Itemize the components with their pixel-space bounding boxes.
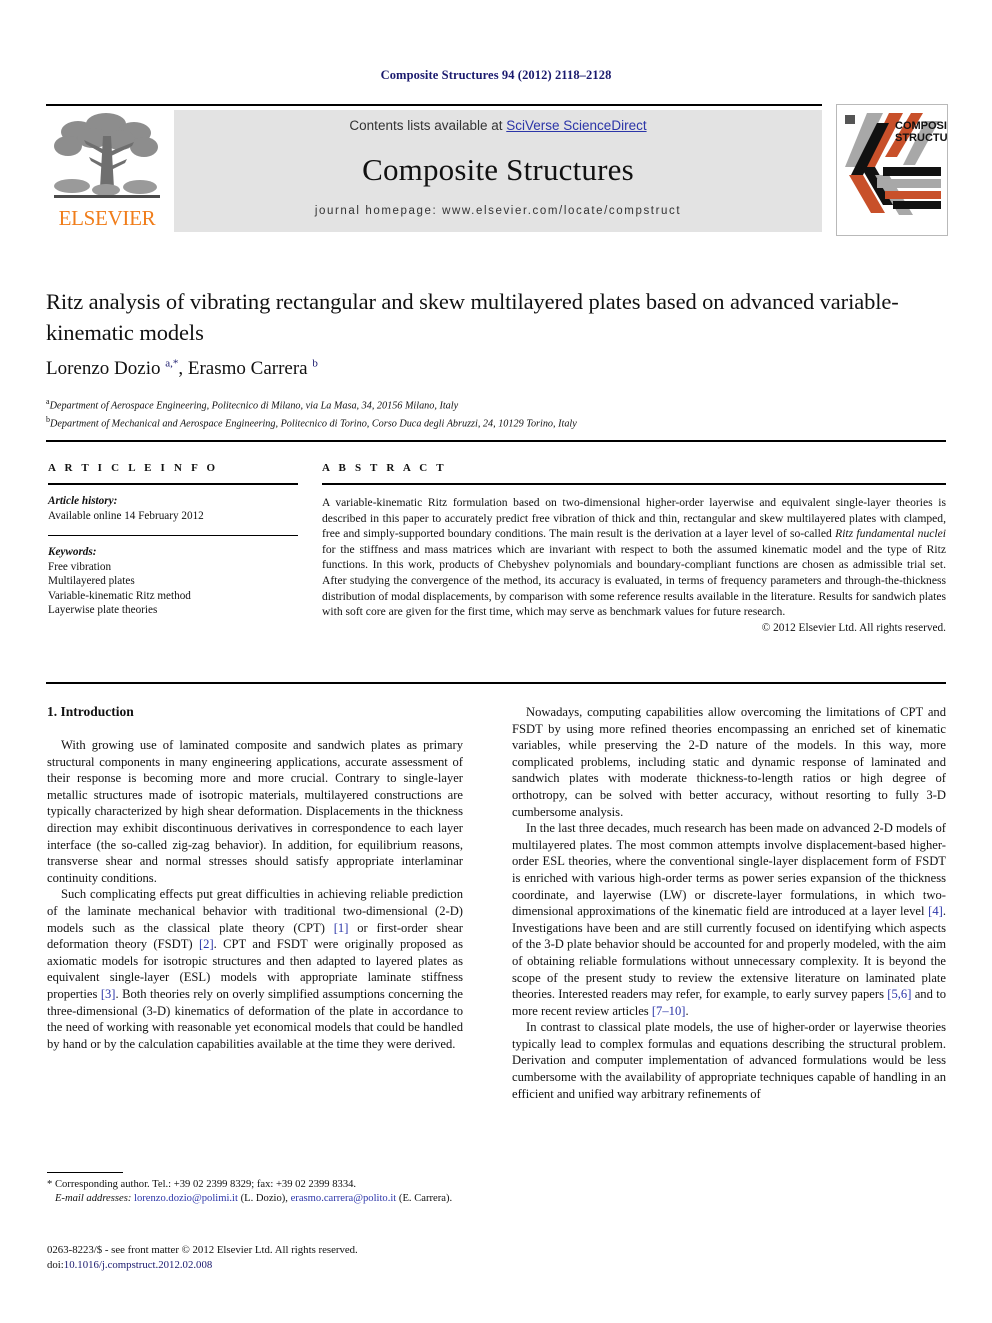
footer-block: 0263-8223/$ - see front matter © 2012 El… xyxy=(47,1243,477,1272)
journal-masthead: ELSEVIER Contents lists available at Sci… xyxy=(46,104,948,236)
cover-title-line1: COMPOSITE xyxy=(895,120,947,132)
article-info-rule xyxy=(48,483,298,485)
keywords-group: Keywords: Free vibration Multilayered pl… xyxy=(48,545,298,618)
paragraph: With growing use of laminated composite … xyxy=(47,738,463,885)
authors-text: Lorenzo Dozio a,*, Erasmo Carrera b xyxy=(46,358,318,380)
contents-prefix: Contents lists available at xyxy=(349,118,507,133)
affiliation-a-text: Department of Aerospace Engineering, Pol… xyxy=(49,400,459,412)
page-title: Ritz analysis of vibrating rectangular a… xyxy=(46,289,899,345)
corresponding-author-note: * Corresponding author. Tel.: +39 02 239… xyxy=(47,1179,357,1190)
citation-ref[interactable]: [1] xyxy=(334,921,349,935)
abstract-italic-term: Ritz fundamental nuclei xyxy=(835,527,947,541)
citation-ref[interactable]: [5,6] xyxy=(887,987,911,1001)
journal-homepage-line[interactable]: journal homepage: www.elsevier.com/locat… xyxy=(174,205,822,217)
contents-lists-line: Contents lists available at SciVerse Sci… xyxy=(174,118,822,133)
citation-ref[interactable]: [4] xyxy=(928,904,943,918)
abstract-text: A variable-kinematic Ritz formulation ba… xyxy=(322,495,946,620)
paper-page: Composite Structures 94 (2012) 2118–2128 xyxy=(0,0,992,1323)
abstract-column: A B S T R A C T A variable-kinematic Rit… xyxy=(322,462,946,634)
email-link-carrera[interactable]: erasmo.carrera@polito.it xyxy=(291,1193,397,1204)
masthead-top-rule xyxy=(46,104,822,106)
abstract-heading: A B S T R A C T xyxy=(322,462,447,474)
cover-title-line2: STRUCTURES xyxy=(895,132,947,144)
article-history-label: Article history: xyxy=(48,495,118,507)
article-history-group: Article history: Available online 14 Feb… xyxy=(48,494,298,523)
section-heading-introduction: 1. Introduction xyxy=(47,704,134,719)
citation-ref[interactable]: [7–10] xyxy=(652,1004,686,1018)
citation-ref[interactable]: [2] xyxy=(199,937,214,951)
article-info-divider xyxy=(48,535,298,536)
paragraph: In contrast to classical plate models, t… xyxy=(512,1020,946,1101)
paragraph: In the last three decades, much research… xyxy=(512,820,946,1019)
sciencedirect-link[interactable]: SciVerse ScienceDirect xyxy=(506,118,646,133)
paragraph: Such complicating effects put great diff… xyxy=(47,886,463,1052)
journal-cover-thumbnail: COMPOSITE STRUCTURES xyxy=(836,104,948,236)
affiliation-b-text: Department of Mechanical and Aerospace E… xyxy=(50,418,577,430)
info-section-top-rule xyxy=(46,440,946,442)
keyword-item: Variable-kinematic Ritz method xyxy=(48,589,191,602)
affiliation-a: aDepartment of Aerospace Engineering, Po… xyxy=(46,397,459,412)
email-addresses-note: E-mail addresses: lorenzo.dozio@polimi.i… xyxy=(47,1192,467,1206)
elsevier-wordmark: ELSEVIER xyxy=(58,206,156,230)
elsevier-logo: ELSEVIER xyxy=(48,110,166,232)
citation-ref[interactable]: [3] xyxy=(101,987,116,1001)
abstract-copyright: © 2012 Elsevier Ltd. All rights reserved… xyxy=(761,621,946,634)
affiliation-list: aDepartment of Aerospace Engineering, Po… xyxy=(46,395,946,432)
email-owner-carrera: (E. Carrera). xyxy=(398,1193,453,1205)
email-label: E-mail addresses: xyxy=(54,1193,132,1205)
doi-link[interactable]: 10.1016/j.compstruct.2012.02.008 xyxy=(64,1259,212,1271)
paragraph-text: . xyxy=(685,1003,689,1018)
abstract-rule xyxy=(322,483,946,485)
journal-title: Composite Structures xyxy=(362,152,634,187)
body-column-left: 1. Introduction With growing use of lami… xyxy=(47,704,463,1052)
paragraph-text: In the last three decades, much research… xyxy=(512,821,946,919)
abstract-bottom-rule xyxy=(46,682,946,684)
doi-line: doi:10.1016/j.compstruct.2012.02.008 xyxy=(47,1258,477,1273)
footnote-rule xyxy=(47,1172,123,1173)
email-owner-dozio: (L. Dozio), xyxy=(240,1193,288,1205)
keyword-item: Multilayered plates xyxy=(48,575,135,587)
keyword-item: Layerwise plate theories xyxy=(48,604,158,616)
article-info-heading: A R T I C L E I N F O xyxy=(48,462,219,474)
paragraph-text: . Investigations have been and are still… xyxy=(512,904,946,1002)
article-info-column: A R T I C L E I N F O Article history: A… xyxy=(48,462,298,618)
doi-label: doi: xyxy=(47,1258,64,1271)
issn-copyright-line: 0263-8223/$ - see front matter © 2012 El… xyxy=(47,1244,358,1256)
email-link-dozio[interactable]: lorenzo.dozio@polimi.it xyxy=(134,1193,238,1204)
elsevier-tree-icon xyxy=(48,110,166,206)
body-column-right: Nowadays, computing capabilities allow o… xyxy=(512,704,946,1102)
title-block: Ritz analysis of vibrating rectangular a… xyxy=(46,286,946,348)
running-head: Composite Structures 94 (2012) 2118–2128 xyxy=(380,68,612,82)
article-history-value: Available online 14 February 2012 xyxy=(48,509,204,522)
keywords-label: Keywords: xyxy=(48,546,97,558)
author-list: Lorenzo Dozio a,*, Erasmo Carrera b xyxy=(46,358,946,380)
abstract-part2: for the stiffness and mass matrices whic… xyxy=(322,542,946,619)
affiliation-b: bDepartment of Mechanical and Aerospace … xyxy=(46,415,577,430)
paragraph: Nowadays, computing capabilities allow o… xyxy=(512,705,946,819)
keyword-item: Free vibration xyxy=(48,560,112,573)
footnote-block: * Corresponding author. Tel.: +39 02 239… xyxy=(47,1178,467,1207)
